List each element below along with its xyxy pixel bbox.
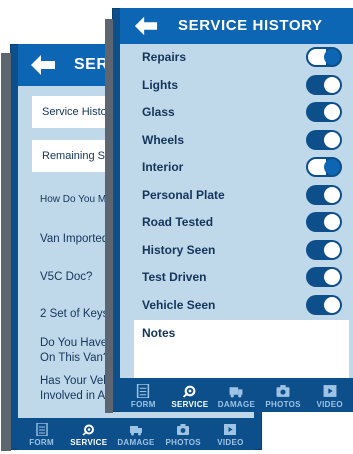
question-set-of-keys: 2 Set of Keys? — [40, 308, 115, 320]
service-history-list: Repairs Lights Glass Wheels Interior Per… — [120, 44, 353, 378]
camera-icon — [276, 385, 290, 397]
video-icon — [224, 424, 237, 435]
tab-label: SERVICE — [171, 400, 209, 409]
back-tab-damage[interactable]: DAMAGE — [112, 418, 159, 450]
tab-label: FORM — [29, 438, 54, 447]
toggle-label: Road Tested — [142, 215, 214, 229]
vehicle-seen-toggle[interactable] — [306, 295, 342, 315]
back-arrow-icon[interactable] — [134, 15, 158, 37]
toggle-row-glass: Glass — [120, 99, 353, 126]
back-tab-photos[interactable]: PHOTOS — [160, 418, 207, 450]
page-title: SERVICE HISTORY — [178, 17, 323, 34]
damage-icon — [130, 426, 142, 436]
tab-damage[interactable]: DAMAGE — [213, 378, 260, 412]
toggle-knob — [324, 49, 340, 65]
toggle-knob — [324, 159, 340, 175]
back-tab-bar: FORM SERVICE DAMAGE PHOTOS VIDEO — [18, 418, 254, 450]
toggle-row-wheels: Wheels — [120, 127, 353, 154]
toggle-knob — [324, 132, 340, 148]
front-header: SERVICE HISTORY — [120, 8, 353, 44]
toggle-row-personal-plate: Personal Plate — [120, 182, 353, 209]
toggle-label: Glass — [142, 105, 175, 119]
repairs-toggle[interactable] — [306, 47, 342, 67]
toggle-row-history-seen: History Seen — [120, 237, 353, 264]
tab-label: VIDEO — [316, 400, 343, 409]
tab-photos[interactable]: PHOTOS — [260, 378, 307, 412]
toggle-knob — [324, 77, 340, 93]
notes-label: Notes — [142, 326, 176, 340]
video-icon — [323, 385, 337, 397]
road-tested-toggle[interactable] — [306, 212, 342, 232]
toggle-knob — [324, 242, 340, 258]
toggle-label: Interior — [142, 160, 184, 174]
back-tab-service[interactable]: SERVICE — [65, 418, 112, 450]
tab-form[interactable]: FORM — [120, 378, 167, 412]
lights-toggle[interactable] — [306, 75, 342, 95]
damage-icon — [230, 387, 243, 398]
toggle-label: Repairs — [142, 50, 187, 64]
notes-field[interactable]: Notes — [134, 320, 349, 378]
tab-label: DAMAGE — [217, 400, 256, 409]
tab-label: FORM — [130, 400, 156, 409]
question-v5c-doc: V5C Doc? — [40, 271, 93, 283]
tab-video[interactable]: VIDEO — [306, 378, 353, 412]
tab-label: PHOTOS — [265, 400, 301, 409]
toggle-label: Lights — [142, 78, 178, 92]
wheels-toggle[interactable] — [306, 130, 342, 150]
personal-plate-toggle[interactable] — [306, 185, 342, 205]
question-van-imported: Van Imported — [40, 233, 109, 245]
toggle-knob — [324, 297, 340, 313]
toggle-row-road-tested: Road Tested — [120, 209, 353, 236]
tab-label: DAMAGE — [117, 438, 155, 447]
toggle-row-test-driven: Test Driven — [120, 264, 353, 291]
toggle-knob — [324, 269, 340, 285]
toggle-row-repairs: Repairs — [120, 44, 353, 71]
question-how-do-you: How Do You Ma — [40, 194, 112, 205]
service-icon — [82, 424, 94, 436]
tab-label: PHOTOS — [165, 438, 201, 447]
toggle-label: Vehicle Seen — [142, 298, 216, 312]
back-tab-form[interactable]: FORM — [18, 418, 65, 450]
question-on-this-van: On This Van? — [40, 352, 110, 364]
toggle-row-lights: Lights — [120, 72, 353, 99]
toggle-label: History Seen — [142, 243, 216, 257]
back-arrow-icon[interactable] — [30, 54, 56, 76]
tab-service[interactable]: SERVICE — [167, 378, 214, 412]
form-icon — [35, 423, 48, 436]
history-seen-toggle[interactable] — [306, 240, 342, 260]
toggle-knob — [324, 104, 340, 120]
question-do-you-have: Do You Have — [40, 337, 108, 349]
toggle-label: Personal Plate — [142, 188, 225, 202]
toggle-label: Wheels — [142, 133, 185, 147]
camera-icon — [177, 424, 190, 435]
service-icon — [182, 385, 196, 398]
front-tab-bar: FORM SERVICE DAMAGE PHOTOS VIDEO — [120, 378, 353, 412]
tab-label: VIDEO — [217, 438, 244, 447]
back-tab-video[interactable]: VIDEO — [207, 418, 254, 450]
tab-label: SERVICE — [70, 438, 108, 447]
form-icon — [137, 384, 150, 398]
glass-toggle[interactable] — [306, 102, 342, 122]
interior-toggle[interactable] — [306, 157, 342, 177]
toggle-row-interior: Interior — [120, 154, 353, 181]
toggle-knob — [324, 214, 340, 230]
question-has-your-vehicle: Has Your Vehi — [40, 375, 113, 387]
toggle-row-vehicle-seen: Vehicle Seen — [120, 292, 353, 319]
test-driven-toggle[interactable] — [306, 267, 342, 287]
toggle-label: Test Driven — [142, 270, 207, 284]
question-involved-in: Involved in A — [40, 390, 106, 402]
toggle-knob — [324, 187, 340, 203]
